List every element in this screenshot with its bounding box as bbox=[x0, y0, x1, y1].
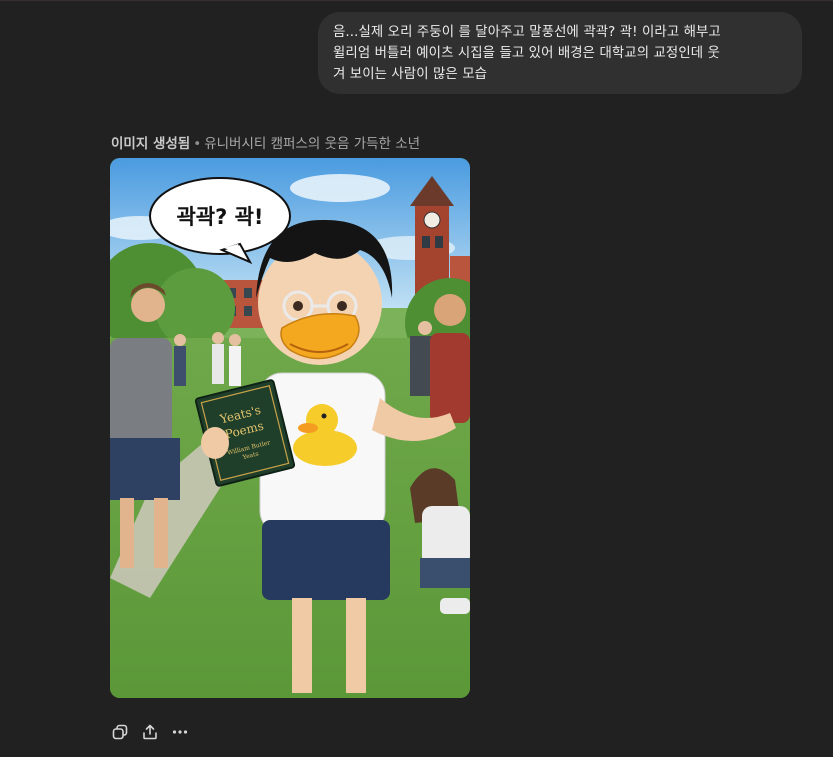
user-message-line: 겨 보이는 사람이 많은 모습 bbox=[333, 67, 488, 82]
user-message-bubble: 음...실제 오리 주둥이 를 달아주고 말풍선에 곽곽? 곽! 이라고 해부고… bbox=[318, 12, 802, 94]
user-message-line: 음...실제 오리 주둥이 를 달아주고 말풍선에 곽곽? 곽! 이라고 해부고 bbox=[333, 25, 721, 40]
copy-button[interactable] bbox=[108, 720, 132, 744]
user-message-line: 윌리엄 버틀러 예이츠 시집을 들고 있어 배경은 대학교의 교정인데 웃 bbox=[333, 46, 720, 61]
message-actions bbox=[108, 720, 192, 744]
share-button[interactable] bbox=[138, 720, 162, 744]
generated-image[interactable]: 곽곽? 곽! Yeats's Poems William Butler Yeat… bbox=[110, 158, 470, 698]
image-title[interactable]: 유니버시티 캠퍼스의 웃음 가득한 소년 bbox=[204, 136, 420, 152]
more-button[interactable] bbox=[168, 720, 192, 744]
image-status-label: 이미지 생성됨 bbox=[111, 136, 191, 152]
generated-image-illustration: 곽곽? 곽! Yeats's Poems William Butler Yeat… bbox=[110, 158, 470, 698]
caption-separator: • bbox=[193, 136, 202, 152]
copy-icon bbox=[112, 724, 128, 740]
speech-bubble-text: 곽곽? 곽! bbox=[176, 205, 263, 229]
image-caption: 이미지 생성됨 • 유니버시티 캠퍼스의 웃음 가득한 소년 bbox=[111, 132, 420, 152]
top-border bbox=[0, 0, 833, 1]
share-icon bbox=[143, 724, 157, 740]
more-icon bbox=[172, 730, 188, 734]
